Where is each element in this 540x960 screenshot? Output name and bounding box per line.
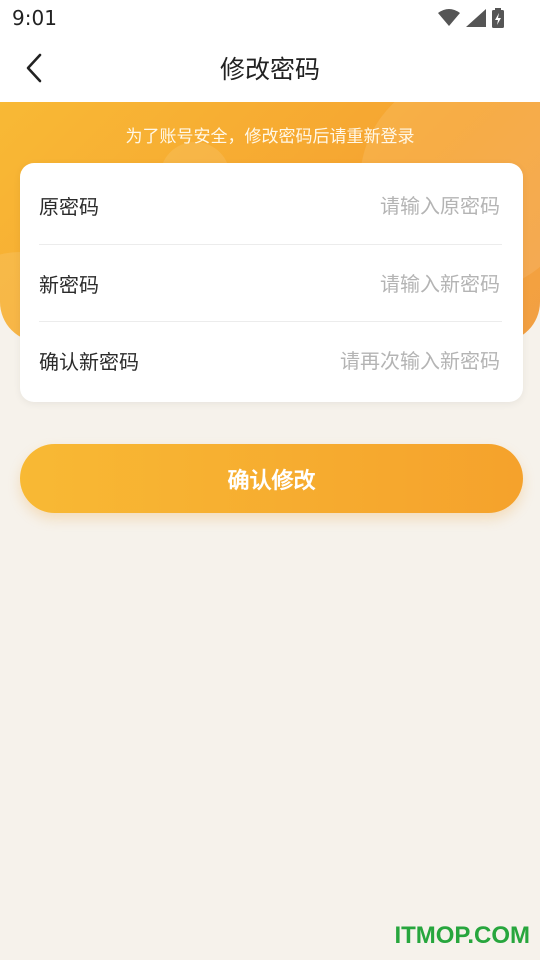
new-password-input[interactable] (248, 270, 502, 297)
new-password-label: 新密码 (39, 273, 99, 297)
confirm-password-input[interactable] (248, 347, 502, 374)
old-password-label: 原密码 (39, 195, 99, 219)
security-note: 为了账号安全，修改密码后请重新登录 (125, 127, 415, 147)
confirm-password-label: 确认新密码 (39, 350, 139, 374)
status-icons (438, 8, 504, 28)
confirm-password-row: 确认新密码 (39, 321, 502, 399)
old-password-input[interactable] (248, 192, 502, 219)
new-password-row: 新密码 (39, 244, 502, 322)
status-time: 9:01 (12, 6, 57, 30)
page-title: 修改密码 (219, 55, 320, 84)
wifi-icon (438, 9, 460, 26)
old-password-row: 原密码 (39, 167, 502, 244)
password-form-card: 原密码 新密码 确认新密码 (20, 163, 523, 402)
watermark: ITMOP.COM (394, 922, 530, 949)
signal-icon (466, 9, 486, 27)
confirm-change-button[interactable]: 确认修改 (20, 444, 523, 513)
status-bar: 9:01 (0, 0, 540, 36)
battery-icon (492, 8, 504, 28)
app-bar: 修改密码 (0, 36, 540, 102)
